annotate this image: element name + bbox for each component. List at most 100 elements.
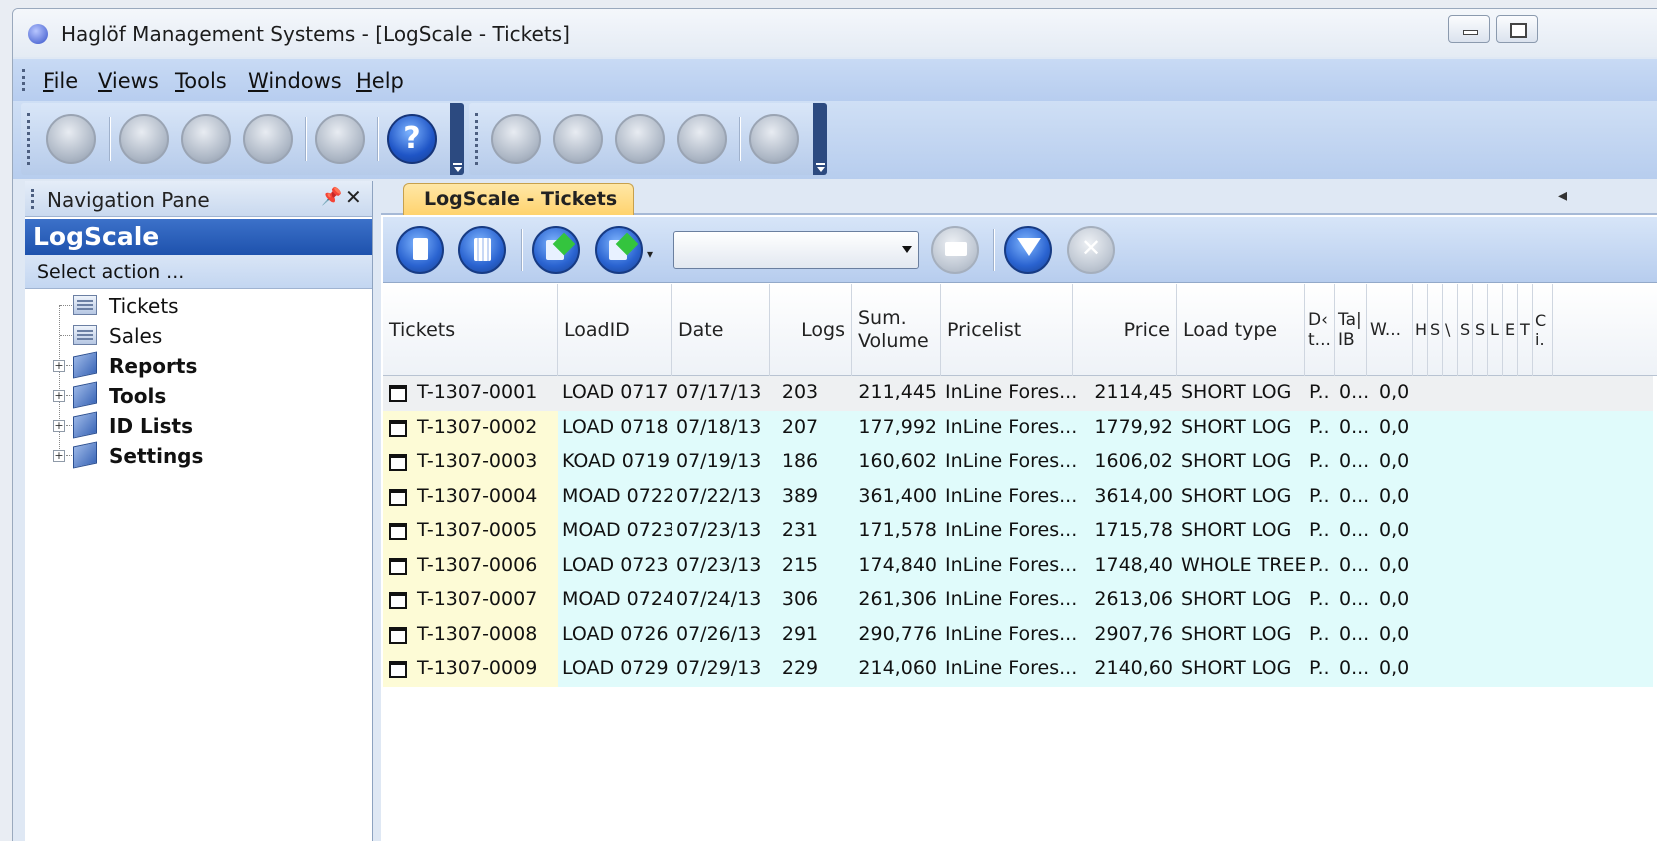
cell-pricelist[interactable]: InLine Fores... <box>941 514 1077 549</box>
table-row[interactable]: T-1307-0007 MOAD 0724 07/24/13 306 261,306 In… <box>383 583 1657 618</box>
cell-logs[interactable]: 291 <box>770 617 830 652</box>
delete-icon[interactable] <box>243 114 293 164</box>
column-header-ta[interactable]: Ta| IB <box>1335 284 1367 376</box>
cell-ta[interactable]: 0... <box>1335 514 1375 549</box>
first-record-icon[interactable] <box>491 114 541 164</box>
cell-sum-volume[interactable]: 361,400 <box>830 479 941 514</box>
cell-load-type[interactable]: SHORT LOG <box>1177 479 1305 514</box>
cell-ta[interactable]: 0... <box>1335 445 1375 480</box>
cell-sum-volume[interactable]: 261,306 <box>830 583 941 618</box>
column-header-tickets[interactable]: Tickets <box>383 284 558 376</box>
tree-item-sales[interactable]: Sales <box>25 321 372 351</box>
toolbar-grip-icon[interactable] <box>475 113 478 165</box>
menu-help[interactable]: Help <box>356 69 404 93</box>
cell-logs[interactable]: 203 <box>770 376 830 411</box>
filter-icon[interactable] <box>1004 226 1052 274</box>
cell-date[interactable]: 07/23/13 <box>672 548 770 583</box>
cell-d[interactable]: P.. <box>1305 514 1335 549</box>
cell-d[interactable]: P.. <box>1305 376 1335 411</box>
cell-sum-volume[interactable]: 171,578 <box>830 514 941 549</box>
cell-d[interactable]: P.. <box>1305 410 1335 445</box>
print-icon[interactable] <box>931 226 979 274</box>
table-row[interactable]: T-1307-0002 LOAD 0718 07/18/13 207 177,992 In… <box>383 410 1657 445</box>
cell-d[interactable]: P.. <box>1305 445 1335 480</box>
cell-d[interactable]: P.. <box>1305 548 1335 583</box>
cell-w[interactable]: 0,0 <box>1375 548 1413 583</box>
cell-load-id[interactable]: LOAD 0718 <box>558 410 672 445</box>
cell-pricelist[interactable]: InLine Fores... <box>941 652 1077 687</box>
tree-item-tools[interactable]: + Tools <box>25 381 372 411</box>
menu-views[interactable]: Views <box>98 69 159 93</box>
cell-pricelist[interactable]: InLine Fores... <box>941 548 1077 583</box>
cell-price[interactable]: 1715,78 <box>1077 514 1177 549</box>
cell-ta[interactable]: 0... <box>1335 410 1375 445</box>
tree-item-settings[interactable]: + Settings <box>25 441 372 471</box>
cell-pricelist[interactable]: InLine Fores... <box>941 583 1077 618</box>
expand-icon[interactable]: + <box>53 390 65 402</box>
column-header-v[interactable]: \ <box>1443 284 1458 376</box>
cell-date[interactable]: 07/19/13 <box>672 445 770 480</box>
cell-sum-volume[interactable]: 174,840 <box>830 548 941 583</box>
cell-ticket[interactable]: T-1307-0004 <box>383 479 558 514</box>
cell-price[interactable]: 1779,92 <box>1077 410 1177 445</box>
column-header-w[interactable]: W... <box>1367 284 1413 376</box>
menu-tools[interactable]: Tools <box>175 69 227 93</box>
expand-icon[interactable]: + <box>53 420 65 432</box>
cell-price[interactable]: 2114,45 <box>1077 376 1177 411</box>
cell-pricelist[interactable]: InLine Fores... <box>941 410 1077 445</box>
table-row[interactable]: T-1307-0006 LOAD 0723 07/23/13 215 174,840 In… <box>383 548 1657 583</box>
cell-ticket[interactable]: T-1307-0002 <box>383 410 558 445</box>
column-header-d[interactable]: D‹ t... <box>1305 284 1335 376</box>
cell-date[interactable]: 07/24/13 <box>672 583 770 618</box>
column-header-s[interactable]: S <box>1428 284 1443 376</box>
tree-item-reports[interactable]: + Reports <box>25 351 372 381</box>
new-ticket-icon[interactable] <box>396 226 444 274</box>
column-header-date[interactable]: Date <box>672 284 770 376</box>
cell-sum-volume[interactable]: 211,445 <box>830 376 941 411</box>
cell-date[interactable]: 07/23/13 <box>672 514 770 549</box>
minimize-button[interactable] <box>1448 15 1490 43</box>
cell-load-id[interactable]: LOAD 0717 <box>558 376 672 411</box>
cell-w[interactable]: 0,0 <box>1375 479 1413 514</box>
next-record-icon[interactable] <box>615 114 665 164</box>
cell-pricelist[interactable]: InLine Fores... <box>941 376 1077 411</box>
column-header-e[interactable]: E <box>1503 284 1518 376</box>
cell-load-type[interactable]: SHORT LOG <box>1177 617 1305 652</box>
column-header-l[interactable]: L <box>1488 284 1503 376</box>
cell-load-type[interactable]: SHORT LOG <box>1177 652 1305 687</box>
column-header-s[interactable]: S <box>1458 284 1473 376</box>
cell-pricelist[interactable]: InLine Fores... <box>941 445 1077 480</box>
cell-load-type[interactable]: SHORT LOG <box>1177 410 1305 445</box>
cell-price[interactable]: 3614,00 <box>1077 479 1177 514</box>
column-header-h[interactable]: H <box>1413 284 1428 376</box>
cell-w[interactable]: 0,0 <box>1375 376 1413 411</box>
cell-ticket[interactable]: T-1307-0005 <box>383 514 558 549</box>
cell-ta[interactable]: 0... <box>1335 617 1375 652</box>
cell-ta[interactable]: 0... <box>1335 548 1375 583</box>
table-row[interactable]: T-1307-0004 MOAD 0722 07/22/13 389 361,400 In… <box>383 479 1657 514</box>
column-header-load-type[interactable]: Load type <box>1177 284 1305 376</box>
export-icon[interactable] <box>595 226 643 274</box>
cell-logs[interactable]: 306 <box>770 583 830 618</box>
cell-load-id[interactable]: LOAD 0729 <box>558 652 672 687</box>
cell-load-id[interactable]: MOAD 0722 <box>558 479 672 514</box>
cell-w[interactable]: 0,0 <box>1375 652 1413 687</box>
column-header-loadid[interactable]: LoadID <box>558 284 672 376</box>
tab-scroll-left-icon[interactable]: ◂ <box>1558 185 1567 206</box>
preview-icon[interactable] <box>315 114 365 164</box>
cell-pricelist[interactable]: InLine Fores... <box>941 479 1077 514</box>
cell-load-type[interactable]: SHORT LOG <box>1177 514 1305 549</box>
column-header-sum-volume[interactable]: Sum. Volume <box>852 284 941 376</box>
nav-section-title[interactable]: LogScale <box>25 219 372 255</box>
cell-ticket[interactable]: T-1307-0009 <box>383 652 558 687</box>
close-icon[interactable]: ✕ <box>345 185 362 209</box>
cell-price[interactable]: 2613,06 <box>1077 583 1177 618</box>
nav-pane-grip-icon[interactable] <box>31 189 34 209</box>
maximize-button[interactable] <box>1496 15 1538 43</box>
delete-ticket-icon[interactable] <box>458 226 506 274</box>
cell-d[interactable]: P.. <box>1305 617 1335 652</box>
column-header-c[interactable]: C i. <box>1533 284 1553 376</box>
cell-w[interactable]: 0,0 <box>1375 445 1413 480</box>
cell-price[interactable]: 1606,02 <box>1077 445 1177 480</box>
table-row[interactable]: T-1307-0005 MOAD 0723 07/23/13 231 171,578 In… <box>383 514 1657 549</box>
